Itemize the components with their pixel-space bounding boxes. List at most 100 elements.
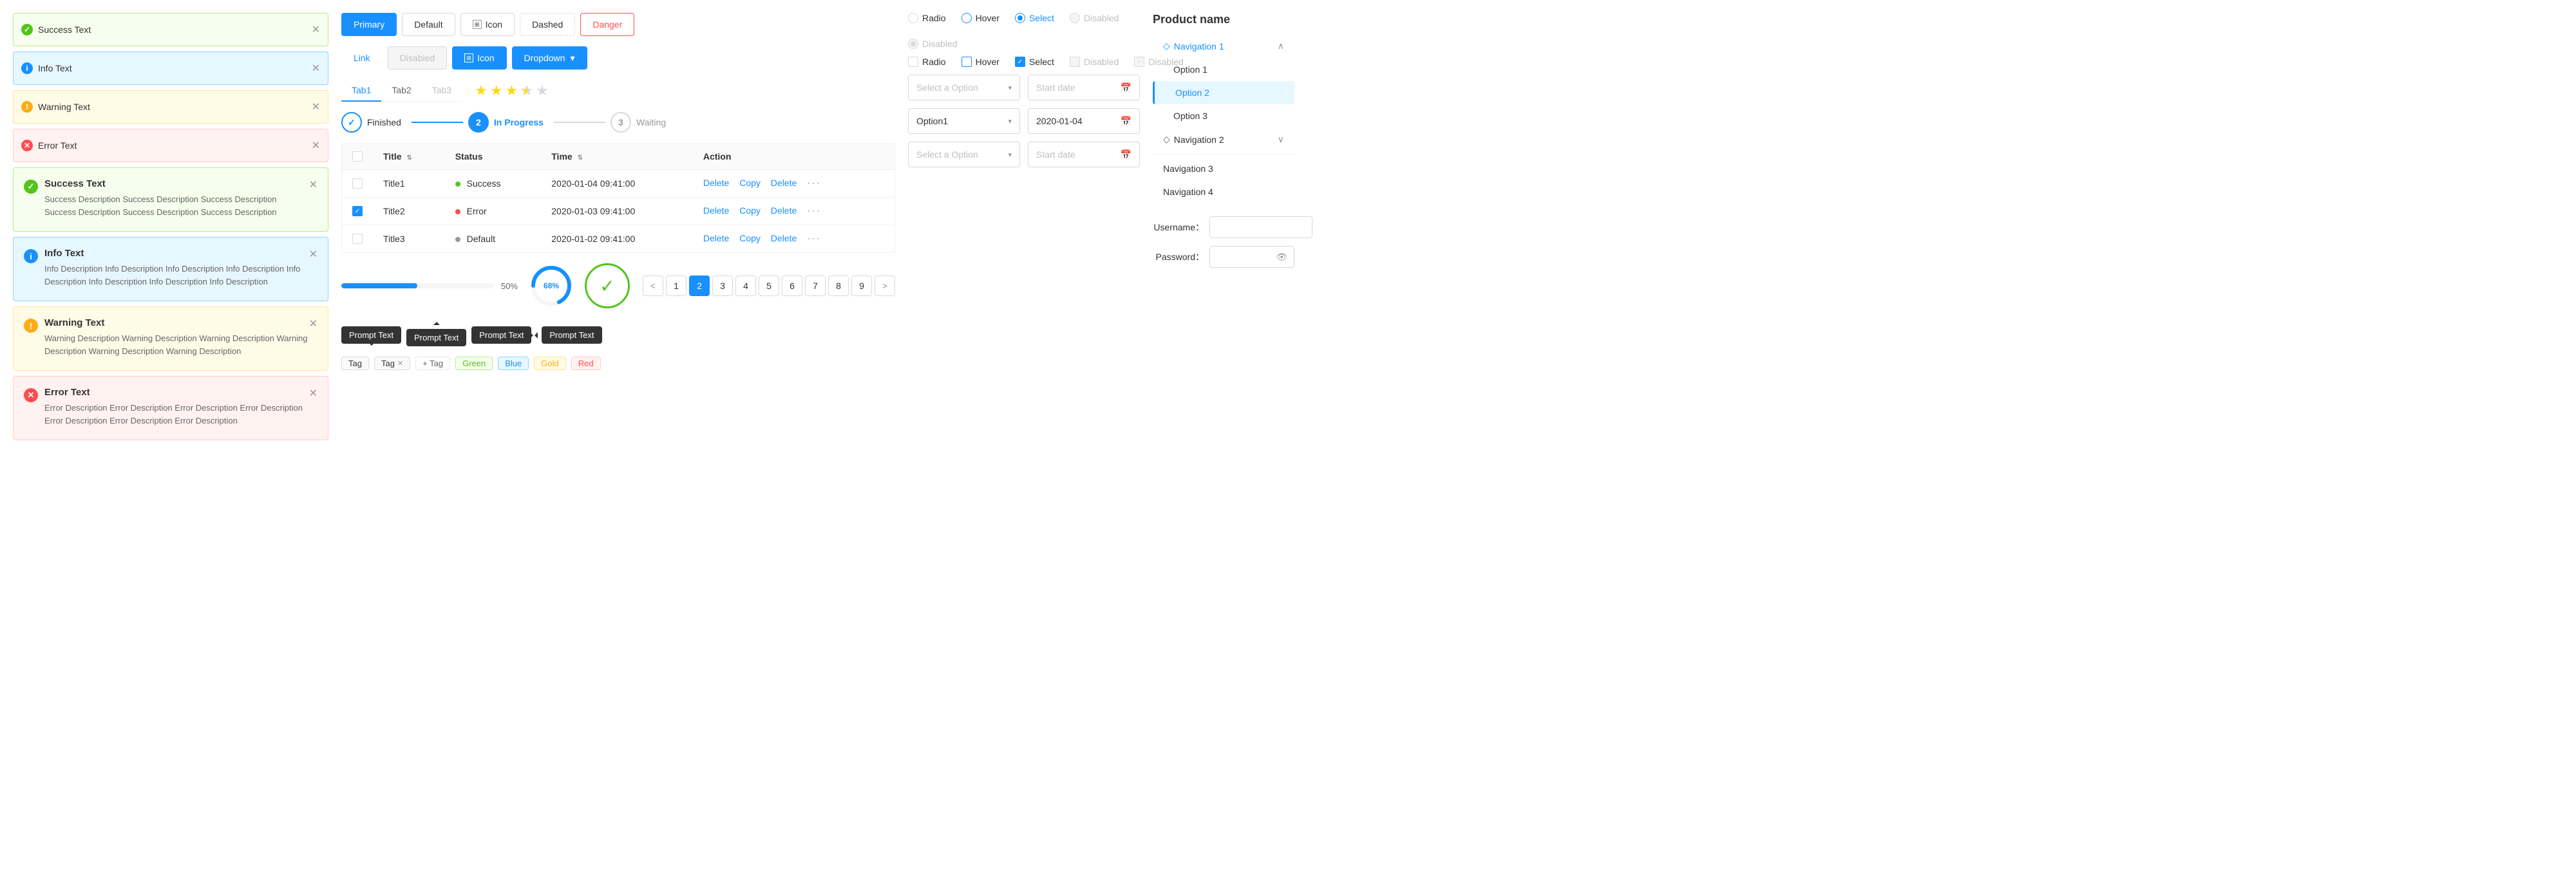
select-placeholder-2[interactable]: Select a Option ▾	[908, 142, 1020, 167]
close-icon[interactable]: ✕	[312, 23, 320, 36]
close-icon[interactable]: ✕	[309, 178, 317, 191]
close-icon[interactable]: ✕	[312, 100, 320, 113]
delete-link-3b[interactable]: Delete	[771, 233, 797, 243]
step-finished: ✓ Finished	[341, 112, 406, 133]
delete-link-3[interactable]: Delete	[703, 233, 729, 243]
tab-tab1[interactable]: Tab1	[341, 80, 381, 102]
page-1-button[interactable]: 1	[666, 275, 687, 296]
page-2-button[interactable]: 2	[689, 275, 710, 296]
close-icon[interactable]: ✕	[312, 62, 320, 75]
alert-warning-detailed: ! Warning Text Warning Description Warni…	[13, 306, 328, 371]
nav-panel: Product name ◇ Navigation 1 ∧ Option 1 O…	[1153, 13, 1294, 874]
nav-sub-option2[interactable]: Option 2	[1153, 81, 1294, 104]
checkbox-label: Radio	[922, 57, 946, 67]
progress-bar-section: 50%	[341, 281, 518, 291]
nav-item-navigation2[interactable]: ◇ Navigation 2 ∨	[1153, 127, 1294, 151]
nav-item-navigation3[interactable]: Navigation 3	[1153, 157, 1294, 180]
tag-add-button[interactable]: + Tag	[415, 357, 450, 370]
success-dot	[455, 182, 460, 187]
star-5[interactable]: ★	[536, 82, 549, 99]
star-rating[interactable]: ★ ★ ★ ★ ★ ★	[475, 82, 549, 99]
product-name: Product name	[1153, 13, 1294, 26]
danger-button[interactable]: Danger	[580, 13, 634, 36]
nav-sub-option1[interactable]: Option 1	[1153, 58, 1294, 81]
date-placeholder[interactable]: Start date 📅	[1028, 75, 1140, 100]
row2-checkbox[interactable]: ✓	[352, 206, 363, 216]
dropdown-button[interactable]: Dropdown ▾	[512, 46, 587, 70]
middle-panel: Primary Default ⊞ Icon Dashed Danger Lin…	[341, 13, 895, 874]
page-9-button[interactable]: 9	[851, 275, 872, 296]
sort-icon-time[interactable]: ⇅	[578, 154, 583, 162]
page-6-button[interactable]: 6	[782, 275, 802, 296]
delete-link-2b[interactable]: Delete	[771, 205, 797, 216]
row-checkbox-cell: ✓	[342, 198, 373, 225]
close-icon[interactable]: ✕	[309, 317, 317, 330]
box-icon-white: ⊞	[464, 53, 473, 62]
tag-blue-label: Blue	[505, 359, 522, 368]
page-4-button[interactable]: 4	[735, 275, 756, 296]
eye-icon[interactable]: 👁	[1276, 252, 1287, 263]
nav-item-navigation4[interactable]: Navigation 4	[1153, 180, 1294, 203]
next-page-button[interactable]: >	[875, 275, 895, 296]
close-icon[interactable]: ✕	[309, 248, 317, 261]
radio-circle-disabled	[1070, 13, 1080, 23]
star-1[interactable]: ★	[475, 82, 488, 99]
password-input[interactable]: 👁	[1209, 246, 1294, 268]
row3-checkbox[interactable]	[352, 234, 363, 244]
tag-plain: Tag	[341, 357, 369, 370]
tab-tab2[interactable]: Tab2	[381, 80, 421, 102]
copy-link-3[interactable]: Copy	[739, 233, 761, 243]
link-button[interactable]: Link	[341, 46, 383, 70]
radio-circle-hover[interactable]	[961, 13, 972, 23]
alerts-panel: ✓ Success Text ✕ i Info Text ✕ ! Warning…	[13, 13, 328, 874]
date-placeholder-2[interactable]: Start date 📅	[1028, 142, 1140, 167]
tooltip-3: Prompt Text	[471, 326, 531, 344]
copy-link-1[interactable]: Copy	[739, 178, 761, 188]
nav-label: Navigation 4	[1163, 187, 1213, 197]
more-icon[interactable]: ···	[807, 178, 821, 189]
default-button[interactable]: Default	[402, 13, 455, 36]
icon-blue-button[interactable]: ⊞ Icon	[452, 46, 506, 70]
star-3[interactable]: ★	[506, 82, 518, 99]
row1-checkbox[interactable]	[352, 178, 363, 189]
delete-link-2[interactable]: Delete	[703, 205, 729, 216]
close-icon[interactable]: ✕	[312, 139, 320, 152]
dashed-button[interactable]: Dashed	[520, 13, 575, 36]
radio-label: Radio	[922, 13, 946, 23]
page-8-button[interactable]: 8	[828, 275, 849, 296]
more-icon[interactable]: ···	[807, 205, 821, 216]
delete-link-1[interactable]: Delete	[703, 178, 729, 188]
prev-page-button[interactable]: <	[643, 275, 663, 296]
radio-circle[interactable]	[908, 13, 918, 23]
checkbox-sq-checked[interactable]: ✓	[1015, 57, 1025, 67]
more-icon[interactable]: ···	[807, 233, 821, 244]
primary-button[interactable]: Primary	[341, 13, 397, 36]
alert-text: Warning Text	[38, 102, 90, 112]
page-3-button[interactable]: 3	[712, 275, 733, 296]
page-5-button[interactable]: 5	[759, 275, 779, 296]
icon-button[interactable]: ⊞ Icon	[460, 13, 515, 36]
nav-item-navigation1[interactable]: ◇ Navigation 1 ∧	[1153, 34, 1294, 58]
page-7-button[interactable]: 7	[805, 275, 826, 296]
select-value[interactable]: Option1 ▾	[908, 108, 1020, 134]
username-input[interactable]	[1209, 216, 1312, 238]
username-row: Username：	[1153, 216, 1294, 238]
star-2[interactable]: ★	[490, 82, 503, 99]
star-4[interactable]: ★ ★	[520, 82, 533, 99]
buttons-row1: Primary Default ⊞ Icon Dashed Danger	[341, 13, 895, 36]
nav-sub-option3[interactable]: Option 3	[1153, 104, 1294, 127]
date-value[interactable]: 2020-01-04 📅	[1028, 108, 1140, 134]
delete-link-1b[interactable]: Delete	[771, 178, 797, 188]
step-circle-finished: ✓	[341, 112, 362, 133]
copy-link-2[interactable]: Copy	[739, 205, 761, 216]
radio-circle-selected[interactable]	[1015, 13, 1025, 23]
tag-close-icon[interactable]: ✕	[397, 359, 403, 368]
sort-icon[interactable]: ⇅	[406, 154, 412, 162]
close-icon[interactable]: ✕	[309, 387, 317, 400]
checkbox-sq-hover[interactable]	[961, 57, 972, 67]
header-checkbox[interactable]	[352, 151, 363, 162]
diamond-icon: ◇	[1163, 41, 1170, 51]
select-placeholder[interactable]: Select a Option ▾	[908, 75, 1020, 100]
step-waiting: 3 Waiting	[611, 112, 671, 133]
checkbox-sq[interactable]	[908, 57, 918, 67]
